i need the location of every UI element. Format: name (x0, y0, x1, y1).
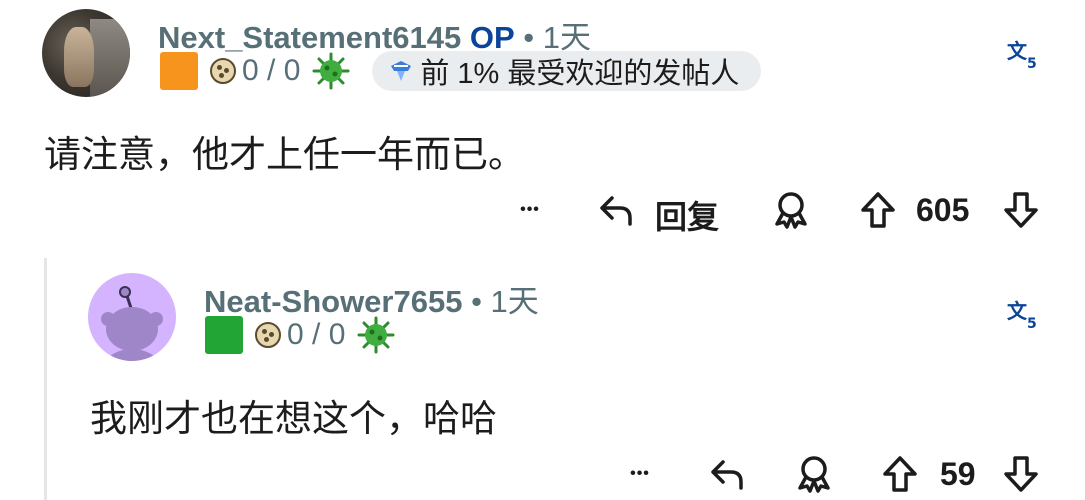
reply-arrow-icon (711, 460, 743, 490)
svg-text:文: 文 (1007, 39, 1028, 63)
top-poster-badge[interactable]: 前 1% 最受欢迎的发帖人 (372, 51, 762, 91)
timestamp: 1天 (490, 284, 539, 319)
downvote-button[interactable] (1001, 454, 1041, 494)
svg-text:5: 5 (1027, 56, 1037, 72)
coin-icon (255, 322, 281, 348)
reply-button[interactable] (596, 190, 636, 230)
more-options-button[interactable]: ••• (620, 454, 660, 494)
reply-label[interactable]: 回复 (655, 192, 719, 238)
award-button[interactable] (771, 190, 811, 230)
upvote-button[interactable] (880, 454, 920, 494)
reply-arrow-icon (600, 196, 632, 226)
username[interactable]: Neat-Shower7655 (204, 284, 462, 319)
flair-score: 0 / 0 (242, 54, 301, 87)
more-options-icon: ••• (630, 465, 650, 482)
vote-count: 605 (916, 192, 970, 228)
svg-text:文: 文 (1007, 299, 1028, 323)
downvote-arrow-icon (1004, 192, 1038, 228)
coin-icon (210, 58, 236, 84)
separator: • (462, 284, 491, 319)
comment-body: 我刚才也在想这个，哈哈 (90, 398, 497, 439)
top-poster-icon (391, 61, 412, 81)
reply-button[interactable] (707, 454, 747, 494)
more-options-button[interactable]: ••• (510, 190, 550, 230)
downvote-button[interactable] (1001, 190, 1041, 230)
vote-count: 59 (940, 456, 976, 492)
flair-color-square (205, 316, 243, 354)
comment-header: Neat-Shower7655 • 1天 (204, 276, 539, 321)
translate-icon[interactable]: 文 5 (1005, 38, 1039, 72)
upvote-button[interactable] (858, 190, 898, 230)
username[interactable]: Next_Statement6145 (158, 20, 461, 55)
user-flair: 0 / 0 前 1% 最受欢迎的发帖人 (160, 51, 762, 91)
translate-icon[interactable]: 文 5 (1005, 298, 1039, 332)
snoo-avatar-icon (101, 286, 163, 361)
award-icon (798, 456, 830, 493)
downvote-arrow-icon (1004, 456, 1038, 492)
virus-icon (312, 52, 350, 90)
award-button[interactable] (794, 454, 834, 494)
upvote-arrow-icon (883, 456, 917, 492)
more-options-icon: ••• (520, 201, 540, 218)
badge-label: 前 1% 最受欢迎的发帖人 (420, 58, 740, 90)
user-flair: 0 / 0 (205, 316, 417, 354)
avatar[interactable] (42, 9, 130, 97)
virus-icon (357, 316, 395, 354)
upvote-arrow-icon (861, 192, 895, 228)
avatar[interactable] (88, 273, 176, 361)
award-icon (775, 192, 807, 229)
flair-score: 0 / 0 (287, 318, 346, 351)
comment: Next_Statement6145 OP • 1天 0 / 0 前 1% 最受… (0, 0, 1085, 245)
flair-color-square (160, 52, 198, 90)
comment-body: 请注意，他才上任一年而已。 (44, 134, 525, 175)
thread-line[interactable] (44, 258, 47, 500)
svg-text:5: 5 (1027, 316, 1037, 332)
